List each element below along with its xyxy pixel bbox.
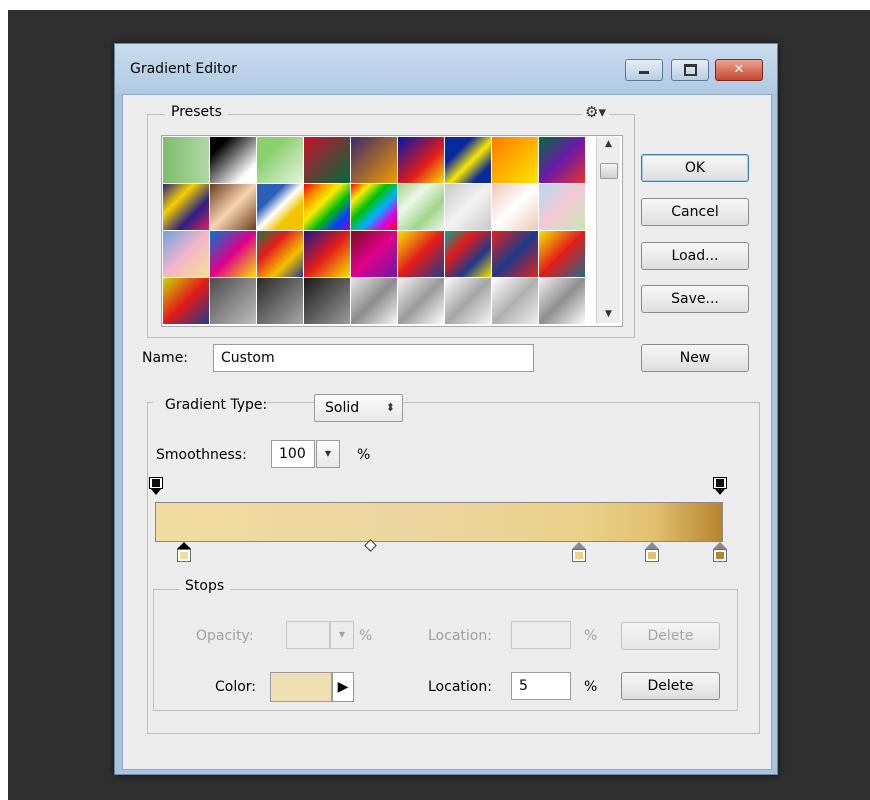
title-bar[interactable]: Gradient Editor ✕ xyxy=(115,44,777,94)
preset-swatch[interactable] xyxy=(539,184,585,230)
gradient-type-select[interactable]: Solid ⬍ xyxy=(314,394,403,422)
preset-swatch[interactable] xyxy=(210,137,256,183)
gradient-type-label: Gradient Type: xyxy=(165,397,268,413)
load-button[interactable]: Load... xyxy=(641,242,749,270)
preset-swatch[interactable] xyxy=(492,278,538,324)
updown-icon: ⬍ xyxy=(385,401,395,414)
close-icon: ✕ xyxy=(733,62,745,77)
maximize-icon xyxy=(672,60,708,80)
color-label: Color: xyxy=(215,679,257,695)
preset-swatch[interactable] xyxy=(304,231,350,277)
preset-swatch[interactable] xyxy=(351,278,397,324)
preset-swatch[interactable] xyxy=(398,278,444,324)
presets-grid xyxy=(163,137,589,324)
preset-swatch[interactable] xyxy=(492,137,538,183)
opacity-dropdown-button[interactable]: ▼ xyxy=(330,621,354,649)
scroll-up-icon[interactable]: ▲ xyxy=(597,139,620,149)
preset-swatch[interactable] xyxy=(163,278,209,324)
scroll-down-icon[interactable]: ▼ xyxy=(597,309,620,319)
preset-swatch[interactable] xyxy=(492,231,538,277)
preset-swatch[interactable] xyxy=(539,231,585,277)
chevron-down-icon: ▼ xyxy=(338,630,346,639)
maximize-button[interactable] xyxy=(671,59,709,81)
preset-swatch[interactable] xyxy=(257,137,303,183)
smoothness-field[interactable]: 100 xyxy=(271,440,315,468)
smoothness-label: Smoothness: xyxy=(156,447,247,463)
preset-swatch[interactable] xyxy=(257,231,303,277)
minimize-icon xyxy=(626,60,662,80)
color-stop[interactable] xyxy=(713,542,727,568)
opacity-field[interactable] xyxy=(286,621,330,649)
preset-swatch[interactable] xyxy=(257,278,303,324)
preset-swatch[interactable] xyxy=(445,137,491,183)
gradient-type-header: Gradient Type: xyxy=(153,388,268,418)
gradient-preview-bar[interactable] xyxy=(155,502,723,542)
stops-label: Stops xyxy=(179,578,231,594)
preset-swatch[interactable] xyxy=(351,184,397,230)
name-label: Name: xyxy=(142,350,189,366)
window-title: Gradient Editor xyxy=(130,61,237,77)
close-button[interactable]: ✕ xyxy=(715,59,763,81)
preset-swatch[interactable] xyxy=(304,137,350,183)
scroll-thumb[interactable] xyxy=(600,163,618,179)
opacity-location-field[interactable] xyxy=(511,621,571,649)
presets-group: Presets ⚙▾ ▲ ▼ xyxy=(147,103,635,338)
preset-swatch[interactable] xyxy=(304,184,350,230)
color-stop[interactable] xyxy=(645,542,660,568)
preset-swatch[interactable] xyxy=(210,278,256,324)
preset-swatch[interactable] xyxy=(210,184,256,230)
presets-label: Presets xyxy=(165,104,228,120)
preset-swatch[interactable] xyxy=(445,184,491,230)
gradient-type-value: Solid xyxy=(325,400,360,416)
smoothness-unit: % xyxy=(357,447,371,463)
opacity-stop[interactable] xyxy=(149,477,163,501)
delete-color-stop-button[interactable]: Delete xyxy=(621,672,720,700)
color-location-label: Location: xyxy=(428,679,492,695)
preset-swatch[interactable] xyxy=(351,137,397,183)
gradient-editor-window: Gradient Editor ✕ Presets ⚙▾ ▲ ▼ OK Canc… xyxy=(114,43,778,775)
preset-swatch[interactable] xyxy=(398,231,444,277)
save-button[interactable]: Save... xyxy=(641,285,749,313)
opacity-stop[interactable] xyxy=(713,477,727,501)
preset-swatch[interactable] xyxy=(210,231,256,277)
opacity-location-unit: % xyxy=(584,628,598,644)
preset-swatch[interactable] xyxy=(304,278,350,324)
chevron-down-icon: ▼ xyxy=(324,449,332,458)
preset-swatch[interactable] xyxy=(163,137,209,183)
delete-opacity-stop-button[interactable]: Delete xyxy=(621,622,720,650)
minimize-button[interactable] xyxy=(625,59,663,81)
opacity-label: Opacity: xyxy=(196,628,254,644)
gear-icon[interactable]: ⚙▾ xyxy=(582,103,609,121)
play-arrow-icon[interactable]: ▶ xyxy=(332,672,354,702)
ok-button[interactable]: OK xyxy=(641,154,749,182)
preset-swatch[interactable] xyxy=(398,184,444,230)
preset-swatch[interactable] xyxy=(539,278,585,324)
preset-swatch[interactable] xyxy=(445,231,491,277)
smoothness-dropdown-button[interactable]: ▼ xyxy=(316,440,340,468)
preset-swatch[interactable] xyxy=(492,184,538,230)
color-location-unit: % xyxy=(584,679,598,695)
preset-swatch[interactable] xyxy=(445,278,491,324)
presets-scrollbar[interactable]: ▲ ▼ xyxy=(596,137,620,323)
cancel-button[interactable]: Cancel xyxy=(641,198,749,226)
color-stop[interactable] xyxy=(177,542,192,568)
color-location-field[interactable]: 5 xyxy=(511,672,571,700)
preset-swatch[interactable] xyxy=(163,231,209,277)
presets-panel: ▲ ▼ xyxy=(161,135,623,327)
opacity-location-label: Location: xyxy=(428,628,492,644)
color-swatch[interactable] xyxy=(270,672,332,702)
preset-swatch[interactable] xyxy=(539,137,585,183)
name-field[interactable]: Custom xyxy=(213,344,534,372)
preset-swatch[interactable] xyxy=(398,137,444,183)
opacity-unit: % xyxy=(359,628,373,644)
color-stop[interactable] xyxy=(572,542,586,568)
preset-swatch[interactable] xyxy=(351,231,397,277)
preset-swatch[interactable] xyxy=(163,184,209,230)
new-button[interactable]: New xyxy=(641,344,749,372)
preset-swatch[interactable] xyxy=(257,184,303,230)
